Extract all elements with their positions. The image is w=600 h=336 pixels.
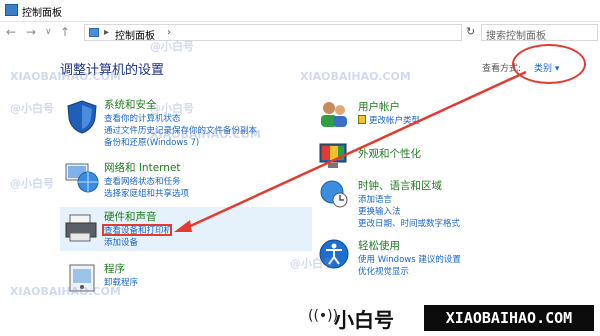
brand-name: 小白号 xyxy=(334,308,394,332)
brand-banner: ((•)) 小白号 XIAOBAIHAO.COM xyxy=(298,300,600,336)
annotation-arrow xyxy=(174,70,527,232)
brand-domain: XIAOBAIHAO.COM xyxy=(424,305,594,331)
